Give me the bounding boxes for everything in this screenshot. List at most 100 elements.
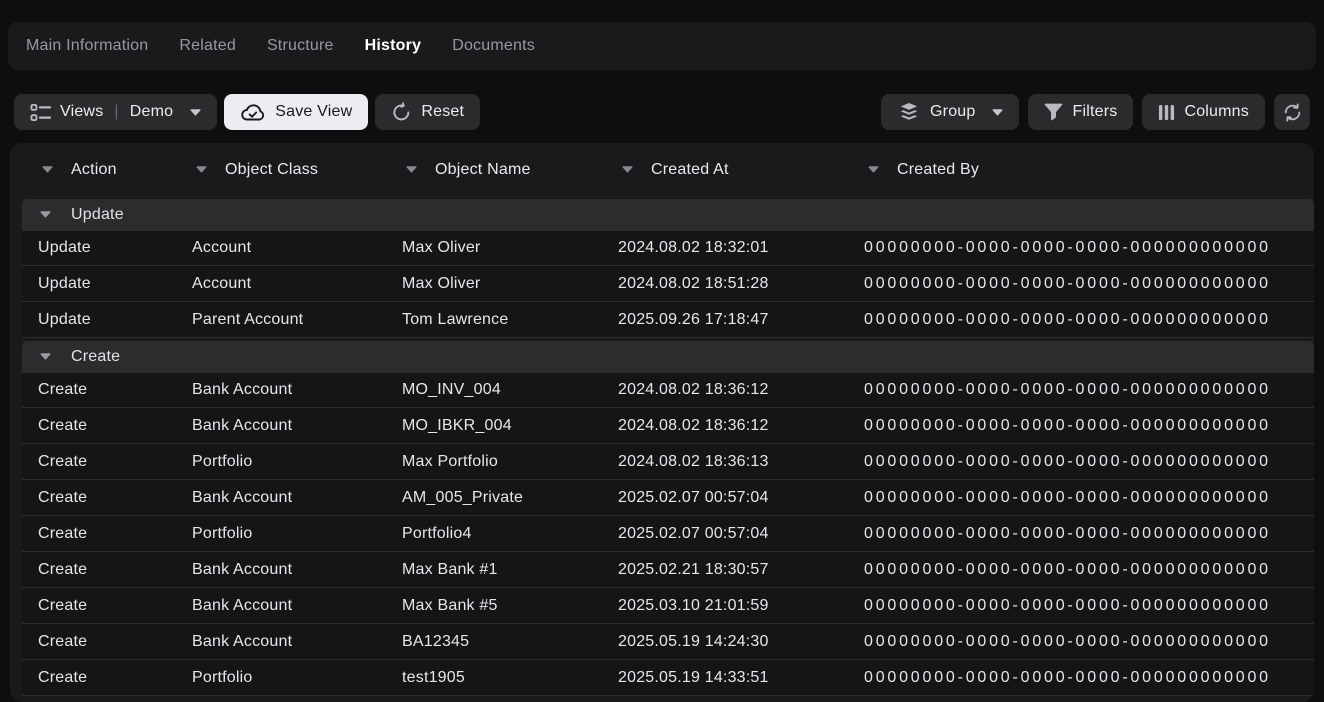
tab-structure[interactable]: Structure [267,37,334,55]
cell-created-at: 2024.08.02 18:32:01 [618,239,864,257]
cell-object-class: Portfolio [192,453,402,471]
current-view-name: Demo [130,103,173,121]
cell-created-by: 00000000-0000-0000-0000-000000000000 [864,381,1314,399]
filters-button[interactable]: Filters [1028,94,1133,130]
tab-history[interactable]: History [365,37,422,55]
table-row[interactable]: CreateBank AccountMO_IBKR_0042024.08.02 … [22,408,1314,444]
column-menu-icon[interactable] [42,166,53,173]
cell-object-name: Tom Lawrence [402,311,618,329]
chevron-down-icon[interactable] [40,211,51,218]
column-menu-icon[interactable] [196,166,207,173]
cell-action: Create [22,669,192,687]
column-menu-icon[interactable] [406,166,417,173]
cell-created-by: 00000000-0000-0000-0000-000000000000 [864,525,1314,543]
cell-action: Create [22,489,192,507]
cell-object-name: AM_005_Private [402,489,618,507]
cell-object-class: Parent Account [192,311,402,329]
filters-label: Filters [1072,103,1117,121]
columns-icon [1158,104,1175,121]
cell-object-name: Max Oliver [402,275,618,293]
table-row[interactable]: CreateBank AccountAM_005_Private2025.02.… [22,480,1314,516]
column-label: Action [71,161,117,179]
cell-created-by: 00000000-0000-0000-0000-000000000000 [864,275,1314,293]
table-row[interactable]: CreateBank AccountMax Bank #52025.03.10 … [22,588,1314,624]
cell-object-class: Bank Account [192,381,402,399]
cell-created-at: 2025.02.21 18:30:57 [618,561,864,579]
cell-created-by: 00000000-0000-0000-0000-000000000000 [864,417,1314,435]
cell-action: Update [22,311,192,329]
cell-action: Create [22,597,192,615]
cell-object-name: MO_INV_004 [402,381,618,399]
group-button[interactable]: Group [881,94,1019,130]
group-rows: UpdateAccountMax Oliver2024.08.02 18:32:… [22,230,1314,338]
cell-created-by: 00000000-0000-0000-0000-000000000000 [864,633,1314,651]
cell-object-class: Portfolio [192,669,402,687]
reset-button[interactable]: Reset [375,94,480,130]
cell-object-class: Account [192,275,402,293]
cell-action: Update [22,239,192,257]
table-row[interactable]: CreatePortfoliotest19052025.05.19 14:33:… [22,660,1314,696]
table-row[interactable]: UpdateParent AccountTom Lawrence2025.09.… [22,302,1314,338]
column-menu-icon[interactable] [622,166,633,173]
views-label: Views [60,103,103,121]
cell-object-name: Max Oliver [402,239,618,257]
cell-object-class: Account [192,239,402,257]
cell-object-name: test1905 [402,669,618,687]
layers-icon [897,102,921,123]
group-header-create[interactable]: Create [22,341,1314,372]
columns-label: Columns [1184,103,1249,121]
chevron-down-icon[interactable] [40,353,51,360]
column-label: Object Class [225,161,318,179]
table-row[interactable]: CreateBank AccountMax Bank #12025.02.21 … [22,552,1314,588]
cell-action: Create [22,561,192,579]
save-view-button[interactable]: Save View [224,94,368,130]
table-row[interactable]: CreateBank AccountMO_INV_0042024.08.02 1… [22,372,1314,408]
cell-created-by: 00000000-0000-0000-0000-000000000000 [864,239,1314,257]
columns-button[interactable]: Columns [1142,94,1265,130]
cell-action: Create [22,633,192,651]
column-header-created-by[interactable]: Created By [864,161,1314,179]
table-row[interactable]: CreatePortfolioPortfolio42025.02.07 00:5… [22,516,1314,552]
cell-created-by: 00000000-0000-0000-0000-000000000000 [864,561,1314,579]
cell-action: Create [22,417,192,435]
cell-object-class: Bank Account [192,561,402,579]
views-selector-button[interactable]: Views | Demo [14,94,217,130]
cell-action: Create [22,381,192,399]
history-table: Action Object Class Object Name Created … [10,143,1314,702]
column-header-object-class[interactable]: Object Class [192,161,402,179]
table-row[interactable]: CreatePortfolioMax Portfolio2024.08.02 1… [22,444,1314,480]
filter-funnel-icon [1044,103,1063,121]
table-row[interactable]: UpdateAccountMax Oliver2024.08.02 18:32:… [22,230,1314,266]
list-views-icon [30,103,51,122]
table-row[interactable]: CreateBank AccountBA123452025.05.19 14:2… [22,624,1314,660]
table-body: UpdateUpdateAccountMax Oliver2024.08.02 … [22,199,1314,696]
cell-action: Create [22,453,192,471]
tab-documents[interactable]: Documents [452,37,535,55]
cell-created-at: 2024.08.02 18:36:13 [618,453,864,471]
refresh-button[interactable] [1274,94,1310,130]
chevron-down-icon [992,109,1003,116]
views-separator: | [112,103,120,121]
tab-main-information[interactable]: Main Information [26,37,148,55]
table-header-row: Action Object Class Object Name Created … [22,143,1314,196]
cell-object-class: Bank Account [192,417,402,435]
cell-object-name: Max Bank #1 [402,561,618,579]
column-header-object-name[interactable]: Object Name [402,161,618,179]
tab-bar: Main Information Related Structure Histo… [8,22,1316,70]
cell-created-at: 2025.05.19 14:24:30 [618,633,864,651]
column-menu-icon[interactable] [868,166,879,173]
toolbar: Views | Demo Save View Re [14,94,1310,130]
group-header-update[interactable]: Update [22,199,1314,230]
cell-object-name: BA12345 [402,633,618,651]
cell-created-at: 2025.09.26 17:18:47 [618,311,864,329]
cell-created-by: 00000000-0000-0000-0000-000000000000 [864,311,1314,329]
column-header-action[interactable]: Action [22,161,192,179]
cell-object-name: Max Portfolio [402,453,618,471]
cell-object-class: Bank Account [192,489,402,507]
group-label: Group [930,103,975,121]
cell-action: Update [22,275,192,293]
tab-related[interactable]: Related [179,37,236,55]
column-header-created-at[interactable]: Created At [618,161,864,179]
column-label: Object Name [435,161,531,179]
table-row[interactable]: UpdateAccountMax Oliver2024.08.02 18:51:… [22,266,1314,302]
